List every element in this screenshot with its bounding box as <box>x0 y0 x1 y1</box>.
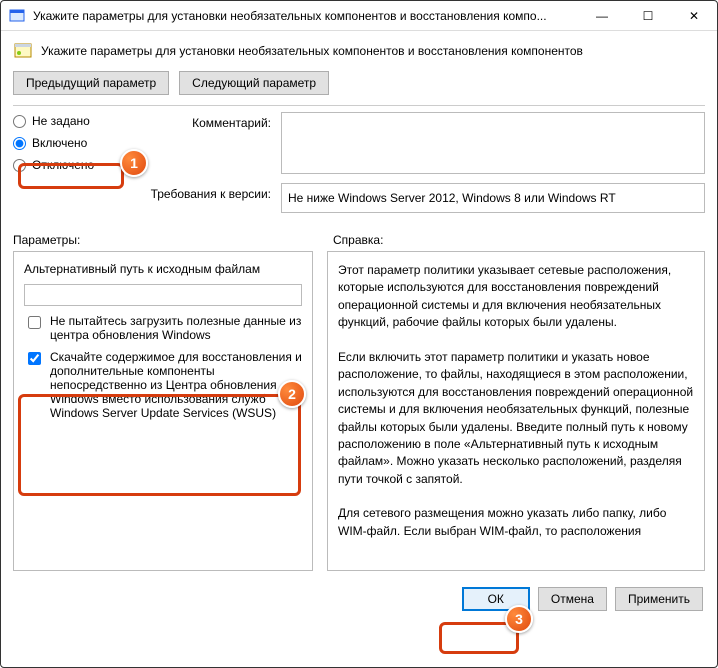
apply-button[interactable]: Применить <box>615 587 703 611</box>
radio-enabled[interactable]: Включено <box>13 136 133 150</box>
nav-buttons: Предыдущий параметр Следующий параметр <box>1 67 717 105</box>
badge-1: 1 <box>120 149 148 177</box>
radio-enabled-input[interactable] <box>13 137 26 150</box>
radio-not-configured-input[interactable] <box>13 115 26 128</box>
parameters-label: Параметры: <box>13 233 313 247</box>
dialog-heading: Укажите параметры для установки необязат… <box>41 44 583 58</box>
minimize-button[interactable]: — <box>579 1 625 30</box>
state-radio-group: Не задано Включено Отключено <box>13 112 133 172</box>
window-title: Укажите параметры для установки необязат… <box>33 9 579 23</box>
checkbox-no-wu-label: Не пытайтесь загрузить полезные данные и… <box>50 314 302 342</box>
radio-disabled-label: Отключено <box>32 158 94 172</box>
dialog-footer: ОК Отмена Применить <box>1 577 717 621</box>
radio-not-configured-label: Не задано <box>32 114 90 128</box>
prev-setting-button[interactable]: Предыдущий параметр <box>13 71 169 95</box>
dialog-header: Укажите параметры для установки необязат… <box>1 31 717 67</box>
next-setting-button[interactable]: Следующий параметр <box>179 71 329 95</box>
help-panel[interactable]: Этот параметр политики указывает сетевые… <box>327 251 705 571</box>
radio-enabled-label: Включено <box>32 136 87 150</box>
requirements-text: Не ниже Windows Server 2012, Windows 8 и… <box>281 183 705 213</box>
badge-2: 2 <box>278 380 306 408</box>
badge-3: 3 <box>505 605 533 633</box>
comment-label: Комментарий: <box>137 112 277 130</box>
help-label: Справка: <box>313 233 705 247</box>
checkbox-no-wu-input[interactable] <box>28 316 41 329</box>
radio-disabled[interactable]: Отключено <box>13 158 133 172</box>
checkbox-wsus-input[interactable] <box>28 352 41 365</box>
alt-path-input[interactable] <box>24 284 302 306</box>
radio-not-configured[interactable]: Не задано <box>13 114 133 128</box>
maximize-button[interactable]: ☐ <box>625 1 671 30</box>
titlebar: Укажите параметры для установки необязат… <box>1 1 717 31</box>
cancel-button[interactable]: Отмена <box>538 587 607 611</box>
radio-disabled-input[interactable] <box>13 159 26 172</box>
policy-icon <box>13 41 33 61</box>
checkbox-wsus[interactable]: Скачайте содержимое для восстановления и… <box>24 350 302 420</box>
app-icon <box>9 8 25 24</box>
close-button[interactable]: ✕ <box>671 1 717 30</box>
parameters-panel: Альтернативный путь к исходным файлам Не… <box>13 251 313 571</box>
requirements-label: Требования к версии: <box>137 183 277 201</box>
checkbox-no-wu[interactable]: Не пытайтесь загрузить полезные данные и… <box>24 314 302 342</box>
alt-path-label: Альтернативный путь к исходным файлам <box>24 262 302 276</box>
checkbox-wsus-label: Скачайте содержимое для восстановления и… <box>50 350 302 420</box>
comment-textarea[interactable] <box>281 112 705 174</box>
